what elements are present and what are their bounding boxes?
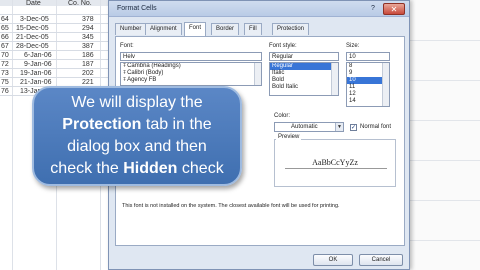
- tab-fill[interactable]: Fill: [244, 23, 262, 35]
- co-cell[interactable]: 202: [82, 70, 94, 77]
- size-list[interactable]: 8 9 10 11 12 14: [346, 62, 390, 107]
- help-button[interactable]: ?: [367, 4, 379, 14]
- scrollbar[interactable]: [382, 63, 389, 106]
- font-option: Cambria (Headings): [127, 63, 181, 69]
- list-item[interactable]: Bold: [270, 77, 338, 84]
- scrollbar[interactable]: [254, 63, 261, 85]
- co-cell[interactable]: 187: [82, 61, 94, 68]
- font-option: Calibri (Body): [127, 70, 164, 76]
- tab-border[interactable]: Border: [211, 23, 240, 35]
- tab-font[interactable]: Font: [184, 22, 207, 36]
- font-info-text: This font is not installed on the system…: [122, 203, 340, 209]
- font-list[interactable]: ŦCambria (Headings) ŦCalibri (Body) ŦAge…: [120, 62, 262, 86]
- list-item[interactable]: Regular: [270, 63, 338, 70]
- date-cell[interactable]: 19-Jan-06: [20, 70, 52, 77]
- list-item[interactable]: Bold Italic: [270, 84, 338, 91]
- close-button[interactable]: ✕: [383, 3, 405, 15]
- row-number: 70: [1, 52, 9, 59]
- list-item[interactable]: ŦCalibri (Body): [121, 70, 261, 77]
- font-style-input[interactable]: Regular: [269, 52, 339, 61]
- date-cell[interactable]: 21-Dec-05: [16, 34, 49, 41]
- co-cell[interactable]: 345: [82, 34, 94, 41]
- preview-label: Preview: [276, 134, 302, 140]
- row-number: 67: [1, 43, 9, 50]
- size-input[interactable]: 10: [346, 52, 390, 61]
- normal-font-label: Normal font: [360, 124, 392, 130]
- callout-line-4-pre: check the: [50, 160, 124, 177]
- preview-baseline: [285, 168, 387, 169]
- font-label: Font:: [120, 43, 134, 49]
- grid-line: [410, 240, 480, 241]
- table-row[interactable]: [0, 6, 120, 15]
- co-cell[interactable]: 378: [82, 16, 94, 23]
- table-row[interactable]: 73 19-Jan-06 202: [0, 69, 120, 78]
- tutorial-callout: We will display the Protection tab in th…: [32, 86, 242, 186]
- table-row[interactable]: 72 9-Jan-06 187: [0, 60, 120, 69]
- date-cell[interactable]: 21-Jan-06: [20, 79, 52, 86]
- row-number: 64: [1, 16, 9, 23]
- dialog-title: Format Cells: [117, 5, 157, 12]
- font-input[interactable]: Helv: [120, 52, 262, 61]
- callout-line-3: dialog box and then: [67, 138, 207, 155]
- row-number: 73: [1, 70, 9, 77]
- callout-line-4-post: check: [177, 160, 224, 177]
- cancel-button[interactable]: Cancel: [359, 254, 403, 266]
- font-style-list[interactable]: Regular Italic Bold Bold Italic: [269, 62, 339, 96]
- truetype-font-icon: Ŧ: [123, 77, 127, 83]
- table-row[interactable]: 70 6-Jan-06 186: [0, 51, 120, 60]
- row-number: 66: [1, 34, 9, 41]
- color-dropdown[interactable]: Automatic ▼: [274, 122, 344, 132]
- grid-line: [410, 120, 480, 121]
- callout-hidden-word: Hidden: [123, 160, 178, 177]
- grid-line: [410, 40, 480, 41]
- callout-line-1: We will display the: [71, 94, 203, 111]
- callout-protection-word: Protection: [62, 116, 142, 133]
- callout-line-2-rest: tab in the: [141, 116, 212, 133]
- table-row[interactable]: 67 28-Dec-05 387: [0, 42, 120, 51]
- date-cell[interactable]: 6-Jan-06: [24, 52, 52, 59]
- list-item[interactable]: Italic: [270, 70, 338, 77]
- callout-line-4: check the Hidden check: [34, 160, 240, 178]
- co-cell[interactable]: 186: [82, 52, 94, 59]
- size-label: Size:: [346, 43, 360, 49]
- truetype-font-icon: Ŧ: [123, 70, 127, 76]
- normal-font-checkbox[interactable]: ✓: [350, 124, 357, 131]
- date-cell[interactable]: 28-Dec-05: [16, 43, 49, 50]
- co-cell[interactable]: 221: [82, 79, 94, 86]
- table-row[interactable]: 64 3-Dec-05 378: [0, 15, 120, 24]
- preview-text: AaBbCcYyZz: [312, 158, 358, 167]
- scrollbar[interactable]: [331, 63, 338, 95]
- list-item[interactable]: ŦAgency FB: [121, 77, 261, 84]
- date-cell[interactable]: 3-Dec-05: [20, 16, 49, 23]
- font-option: Agency FB: [127, 77, 157, 83]
- date-cell[interactable]: 15-Dec-05: [16, 25, 49, 32]
- grid-line: [410, 200, 480, 201]
- co-cell[interactable]: 294: [82, 25, 94, 32]
- color-value: Automatic: [291, 124, 318, 130]
- date-cell[interactable]: 9-Jan-06: [24, 61, 52, 68]
- color-label: Color:: [274, 113, 291, 119]
- row-number: 65: [1, 25, 9, 32]
- ok-button[interactable]: OK: [313, 254, 353, 266]
- dialog-titlebar[interactable]: Format Cells ? ✕: [109, 1, 409, 17]
- truetype-font-icon: Ŧ: [123, 63, 127, 69]
- grid-line: [410, 80, 480, 81]
- chevron-down-icon: ▼: [335, 123, 343, 131]
- tab-protection[interactable]: Protection: [272, 23, 310, 35]
- table-row[interactable]: 65 15-Dec-05 294: [0, 24, 120, 33]
- callout-line-2: Protection tab in the: [34, 116, 240, 134]
- row-number: 76: [1, 88, 9, 95]
- row-number: 72: [1, 61, 9, 68]
- tab-alignment[interactable]: Alignment: [145, 23, 182, 35]
- grid-line: [410, 160, 480, 161]
- list-item[interactable]: ŦCambria (Headings): [121, 63, 261, 70]
- co-cell[interactable]: 387: [82, 43, 94, 50]
- preview-box: AaBbCcYyZz: [274, 139, 396, 187]
- tab-number[interactable]: Number: [115, 23, 147, 35]
- row-number: 75: [1, 79, 9, 86]
- table-row[interactable]: 66 21-Dec-05 345: [0, 33, 120, 42]
- font-style-label: Font style:: [269, 43, 297, 49]
